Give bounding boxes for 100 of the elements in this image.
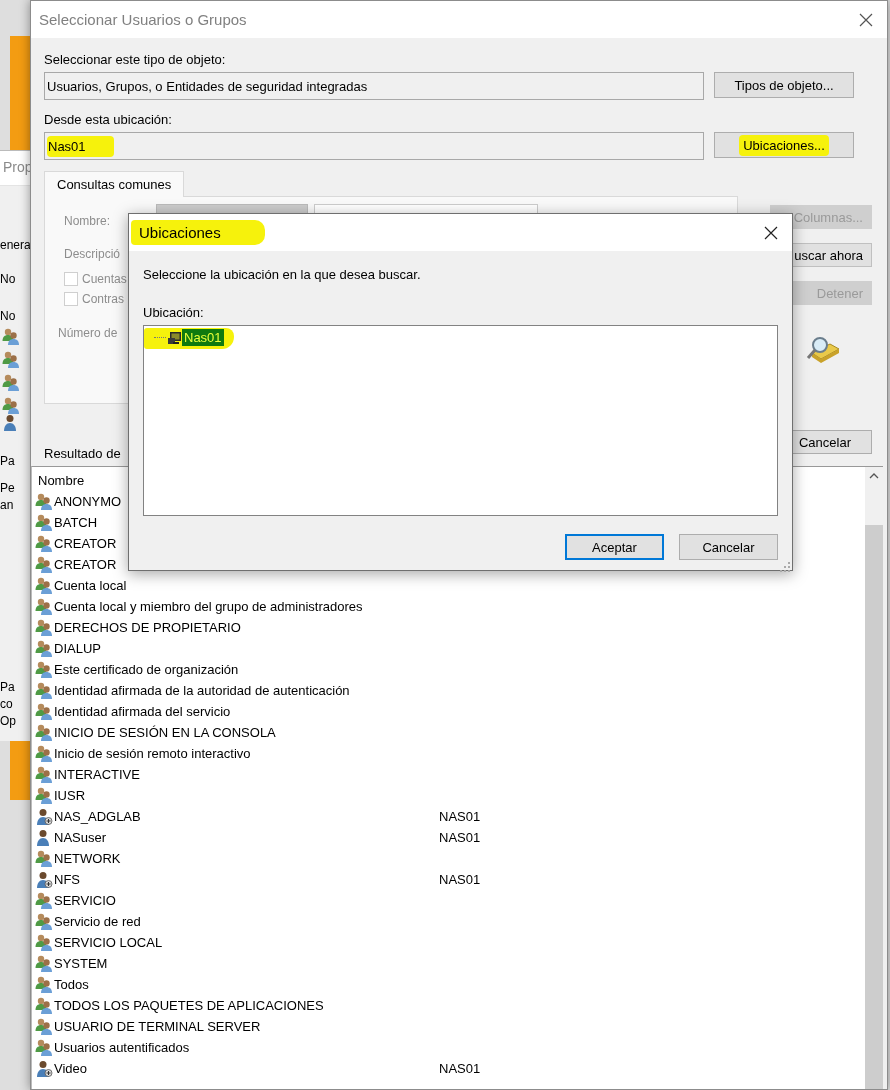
field-label: Ubicación: [143,305,205,321]
table-cell-text: NAS01 [439,809,482,824]
user-badge-icon [35,1060,53,1077]
column-header[interactable]: Nombre [38,472,85,488]
group-icon [35,976,53,993]
field-label: Número de [58,326,118,340]
table-cell-text: NAS01 [439,830,482,845]
group-icon [2,351,20,368]
tab[interactable]: Consultas comunes [44,171,185,197]
group-icon [35,724,53,741]
group-icon [35,850,53,867]
label: No [0,308,16,324]
list-item[interactable]: DERECHOS DE PROPIETARIO [54,620,241,635]
field-label: Descripció [64,247,121,261]
close-icon[interactable] [764,225,778,240]
resize-grip-icon[interactable] [780,562,790,572]
close-icon[interactable] [859,12,873,27]
ok-button[interactable]: Aceptar [565,534,664,560]
window-title: Seleccionar Usuarios o Grupos [38,11,247,28]
list-item[interactable]: NFS [54,872,80,887]
tab[interactable]: enera [0,237,31,253]
group-icon [35,745,53,762]
label: co [0,696,13,712]
list-item[interactable]: Todos [54,977,89,992]
list-item[interactable]: USUARIO DE TERMINAL SERVER [54,1019,261,1034]
list-item[interactable]: NAS_ADGLAB [54,809,141,824]
list-item[interactable]: DIALUP [54,641,101,656]
object-type-field[interactable]: Usuarios, Grupos, o Entidades de seguridad integradas [44,72,704,100]
user-badge-icon [35,808,53,825]
group-icon [2,397,20,414]
group-icon [35,640,53,657]
checkbox-label: Cuentas [82,272,127,286]
group-icon [35,787,53,804]
group-icon [35,619,53,636]
list-item[interactable]: TODOS LOS PAQUETES DE APLICACIONES [54,998,324,1013]
list-item[interactable]: CREATOR [54,557,117,572]
group-icon [35,892,53,909]
group-icon [35,556,53,573]
checkbox[interactable] [64,272,78,286]
list-item[interactable]: Usuarios autentificados [54,1040,190,1055]
list-item[interactable]: SERVICIO LOCAL [54,935,163,950]
table-cell-text: NAS01 [439,1061,482,1076]
group-icon [35,934,53,951]
group-icon [35,514,53,531]
search-icon [806,335,840,365]
list-item[interactable]: Servicio de red [54,914,141,929]
locations-button[interactable]: Ubicaciones... [714,132,854,158]
group-icon [35,1039,53,1056]
list-item[interactable]: Cuenta local [54,578,127,593]
group-icon [35,703,53,720]
label: an [0,497,14,513]
group-icon [35,1018,53,1035]
list-item[interactable]: NETWORK [54,851,121,866]
group-icon [35,682,53,699]
list-item[interactable]: Cuenta local y miembro del grupo de administradores [54,599,363,614]
group-icon [35,766,53,783]
group-icon [35,997,53,1014]
cancel-button[interactable]: Cancelar [679,534,778,560]
label: Op [0,713,16,729]
label: Pa [0,453,15,469]
location-field[interactable]: Nas01 [44,132,704,160]
list-item[interactable]: NASuser [54,830,107,845]
checkbox-label: Contras [82,292,125,306]
dialog-title: Ubicaciones [131,220,265,245]
list-item[interactable]: BATCH [54,515,98,530]
list-item[interactable]: ANONYMO [54,494,122,509]
field-label: Seleccionar este tipo de objeto: [44,52,227,68]
list-item[interactable]: INICIO DE SESIÓN EN LA CONSOLA [54,725,276,740]
group-icon [35,493,53,510]
table-cell-text: NAS01 [439,872,482,887]
field-label: Nombre: [64,214,111,228]
group-icon [2,374,20,391]
group-icon [35,535,53,552]
object-types-button[interactable]: Tipos de objeto... [714,72,854,98]
list-item[interactable]: IUSR [54,788,86,803]
checkbox[interactable] [64,292,78,306]
list-item[interactable]: Inicio de sesión remoto interactivo [54,746,251,761]
instruction-text: Seleccione la ubicación en la que desea buscar. [143,267,422,283]
label: No [0,271,16,287]
list-item[interactable]: Este certificado de organización [54,662,239,677]
list-item[interactable]: SYSTEM [54,956,108,971]
list-item[interactable]: Video [54,1061,87,1076]
list-item[interactable]: Identidad afirmada de la autoridad de autenticación [54,683,350,698]
list-item[interactable]: SERVICIO [54,893,116,908]
user-badge-icon [35,871,53,888]
list-item[interactable]: INTERACTIVE [54,767,140,782]
label: Pe [0,480,15,496]
group-icon [35,955,53,972]
label: Pa [0,679,15,695]
group-icon [2,328,20,345]
tree-item[interactable]: Nas01 [182,329,224,346]
group-icon [35,598,53,615]
section-label: Resultado de [44,446,122,462]
list-item[interactable]: Identidad afirmada del servicio [54,704,231,719]
group-icon [35,661,53,678]
list-item[interactable]: CREATOR [54,536,117,551]
group-icon [35,577,53,594]
computer-icon [167,330,182,345]
field-label: Desde esta ubicación: [44,112,173,128]
group-icon [35,913,53,930]
